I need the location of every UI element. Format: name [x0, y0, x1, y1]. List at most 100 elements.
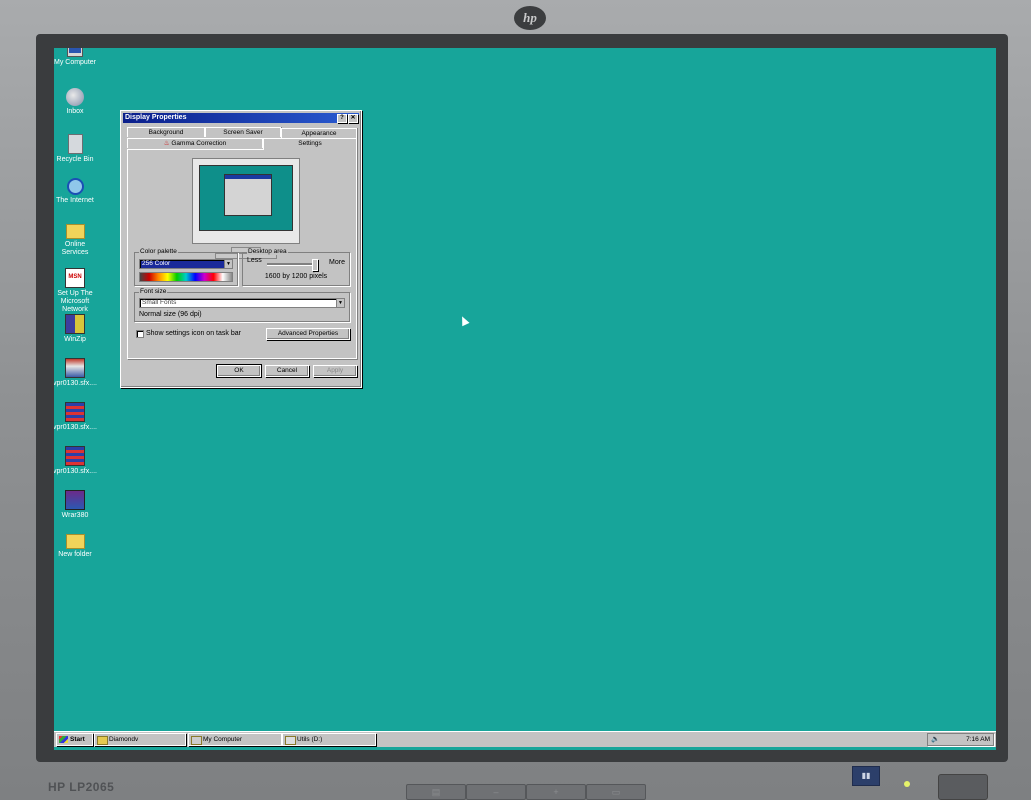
desktop-icon-label: Inbox [66, 108, 84, 115]
bezel-plus-button[interactable]: + [526, 784, 586, 800]
desktop-icon[interactable]: My Computer [54, 48, 98, 67]
power-led [904, 781, 910, 787]
ok-button[interactable]: OK [216, 364, 262, 378]
help-button[interactable]: ? [337, 114, 347, 123]
monitor-preview [192, 158, 300, 259]
desktop-icon[interactable]: vpr0130.sfx.... [54, 358, 98, 388]
color-palette-group: Color palette 256 Color ▼ [134, 248, 238, 286]
power-button[interactable] [938, 774, 988, 800]
desktop-area-slider-track [267, 263, 315, 266]
winzip-icon [65, 314, 85, 334]
taskbar-item-label: My Computer [203, 736, 243, 743]
tab-settings[interactable]: Settings [263, 138, 357, 150]
font-size-description: Normal size (96 dpi) [139, 311, 202, 318]
slider-less-label: Less [247, 257, 262, 264]
cancel-button[interactable]: Cancel [265, 365, 309, 377]
flag-icon [65, 446, 85, 466]
display-properties-dialog: Display Properties ? ✕ Background Screen… [120, 110, 362, 388]
color-palette-label: Color palette [139, 248, 178, 255]
desktop-icon-label: vpr0130.sfx.... [54, 468, 97, 475]
drive-icon [285, 736, 296, 745]
computer-icon [191, 736, 202, 745]
recycle-bin-icon [67, 134, 83, 154]
inbox-icon [66, 88, 84, 106]
desktop-icon[interactable]: Inbox [54, 88, 98, 116]
folder-icon [97, 736, 108, 745]
desktop-icon-label: The Internet [56, 197, 94, 204]
tab-gamma-correction[interactable]: ♨ Gamma Correction [127, 138, 263, 148]
color-spectrum-bar [139, 272, 233, 282]
taskbar-item-my-computer[interactable]: My Computer [188, 733, 282, 746]
tab-appearance[interactable]: Appearance [281, 128, 357, 138]
desktop-icon[interactable]: Set Up The Microsoft Network [54, 268, 98, 314]
system-tray: 🔈 7:16 AM [927, 733, 994, 746]
desktop-icon[interactable]: Wrar380 [54, 490, 98, 520]
chevron-down-icon: ▼ [224, 260, 232, 268]
monitor-preview-window [224, 174, 272, 216]
monitor-badge: ▮▮ [852, 766, 880, 786]
tab-background[interactable]: Background [127, 127, 205, 137]
taskbar: Start Diamondv My Computer Utils (D:) 🔈 … [54, 731, 996, 747]
close-button[interactable]: ✕ [348, 114, 358, 123]
folder-icon [65, 534, 85, 549]
bezel-input-button[interactable]: ▭ [586, 784, 646, 800]
advanced-properties-button[interactable]: Advanced Properties [266, 328, 350, 340]
settings-panel: Color palette 256 Color ▼ Desktop area L… [127, 149, 357, 359]
desktop-icon[interactable]: WinZip [54, 314, 98, 344]
internet-icon [66, 178, 84, 195]
show-settings-icon-label: Show settings icon on task bar [146, 330, 241, 337]
start-label: Start [70, 736, 85, 743]
installer-icon [65, 358, 85, 378]
desktop-icon-label: Wrar380 [61, 512, 89, 519]
tab-screen-saver[interactable]: Screen Saver [205, 127, 281, 137]
desktop-icon-label: vpr0130.sfx.... [54, 424, 97, 431]
font-size-label: Font size [139, 288, 168, 295]
dialog-title: Display Properties [125, 114, 187, 121]
desktop-area-group: Desktop area Less More 1600 by 1200 pixe… [242, 248, 350, 286]
chevron-down-icon: ▼ [336, 299, 344, 307]
start-button[interactable]: Start [56, 733, 93, 746]
desktop-icon[interactable]: Recycle Bin [54, 134, 98, 164]
color-palette-value: 256 Color [142, 260, 171, 267]
dialog-titlebar[interactable]: Display Properties ? ✕ [123, 113, 359, 123]
apply-button[interactable]: Apply [313, 365, 357, 377]
computer-icon [67, 48, 83, 57]
desktop-icon[interactable]: vpr0130.sfx.... [54, 402, 98, 432]
show-settings-icon-checkbox[interactable] [136, 330, 144, 338]
desktop-icon-label: My Computer [54, 59, 96, 66]
monitor-model-label: HP LP2065 [48, 780, 115, 794]
bezel-menu-button[interactable]: ▤ [406, 784, 466, 800]
desktop-icon[interactable]: New folder [54, 534, 98, 559]
desktop-icon-label: vpr0130.sfx.... [54, 380, 97, 387]
taskbar-item-label: Utils (D:) [297, 736, 323, 743]
desktop-icon-label: New folder [58, 551, 92, 558]
desktop-icon[interactable]: The Internet [54, 178, 98, 205]
folder-icon [65, 224, 85, 239]
bezel-minus-button[interactable]: – [466, 784, 526, 800]
font-size-value: Small Fonts [142, 299, 177, 306]
speaker-icon[interactable]: 🔈 [931, 736, 940, 743]
monitor-preview-screen [199, 165, 293, 231]
flag-icon [65, 402, 85, 422]
font-size-select[interactable]: Small Fonts ▼ [139, 298, 345, 308]
hp-logo: hp [514, 6, 546, 30]
desktop-icon-label: Set Up The Microsoft Network [57, 290, 93, 313]
desktop-icon[interactable]: Online Services [54, 224, 98, 257]
taskbar-item-utils[interactable]: Utils (D:) [282, 733, 376, 746]
desktop-icon[interactable]: vpr0130.sfx.... [54, 446, 98, 476]
color-palette-select[interactable]: 256 Color ▼ [139, 259, 233, 269]
desktop-screen: My Computer Inbox Recycle Bin The Internet O… [54, 48, 996, 750]
desktop-icon-label: Online Services [61, 241, 89, 256]
slider-more-label: More [329, 259, 345, 266]
clock[interactable]: 7:16 AM [966, 736, 990, 743]
desktop-icon-label: WinZip [64, 336, 86, 343]
font-size-group: Font size Small Fonts ▼ Normal size (96 … [134, 288, 350, 322]
desktop-area-value: 1600 by 1200 pixels [264, 273, 328, 280]
windows-logo-icon [59, 736, 68, 743]
taskbar-item-diamondv[interactable]: Diamondv [94, 733, 186, 746]
desktop-area-label: Desktop area [247, 248, 288, 255]
winrar-icon [65, 490, 85, 510]
taskbar-item-label: Diamondv [109, 736, 139, 743]
msn-icon [65, 268, 85, 288]
desktop-area-slider-thumb[interactable] [312, 259, 318, 271]
